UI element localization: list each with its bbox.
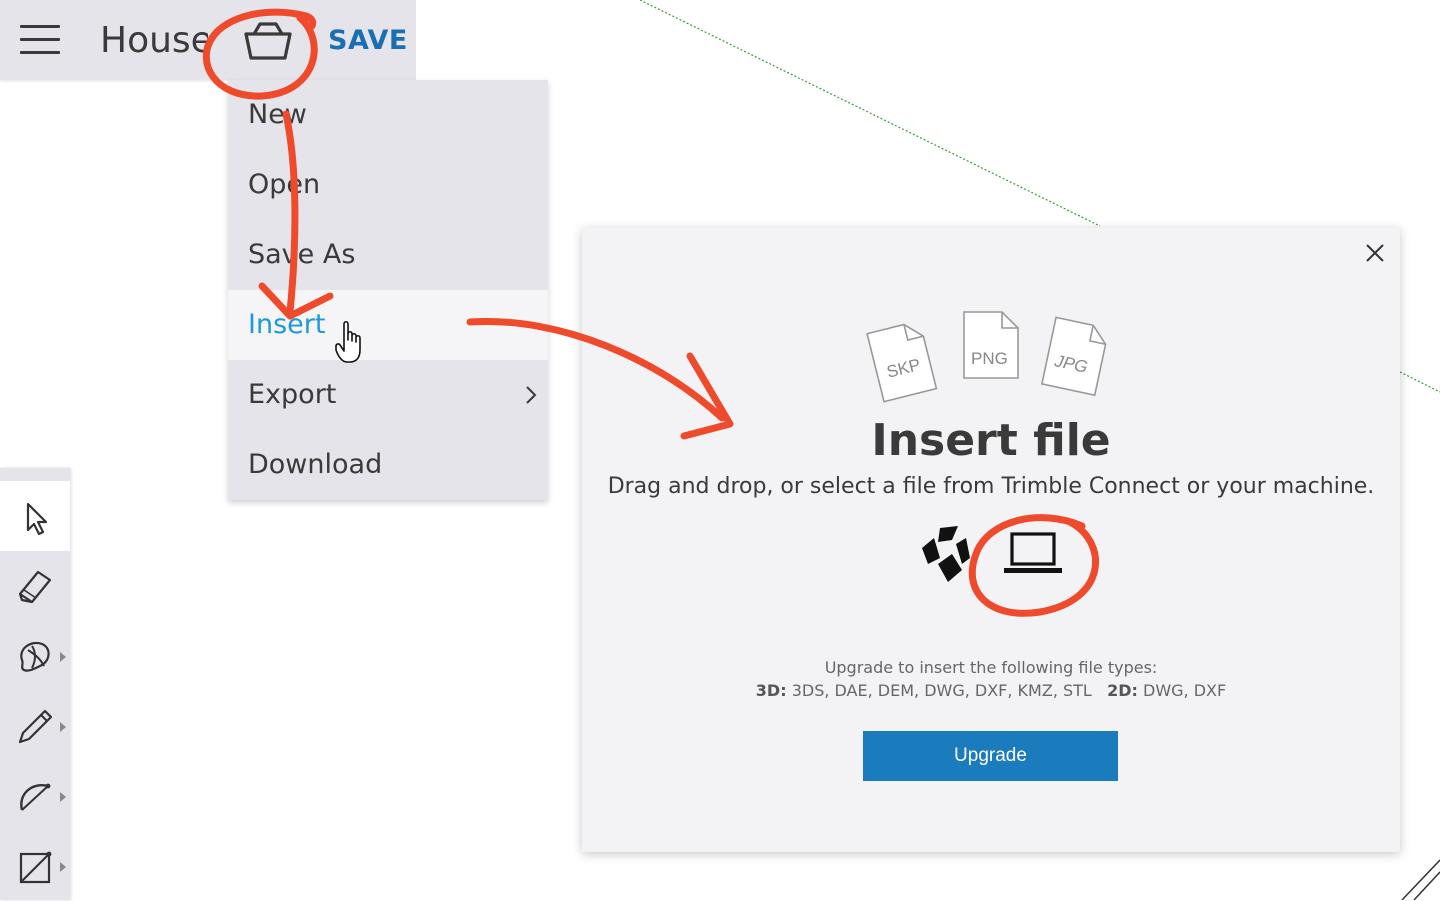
jpg-file-icon: JPG [1040,316,1107,397]
document-title[interactable]: House [100,18,208,64]
menu-item-label: Open [248,169,321,200]
menu-item-download[interactable]: Download [228,430,548,500]
eraser-icon [18,570,52,604]
hand-cursor-icon [335,320,361,363]
png-file-icon: PNG [963,311,1019,379]
tool-arc[interactable] [0,761,70,831]
upgrade-note: Upgrade to insert the following file typ… [824,658,1158,677]
types-3d-list: 3DS, DAE, DEM, DWG, DXF, KMZ, STL [791,681,1092,700]
tool-paint[interactable] [0,621,70,691]
types-2d-list: DWG, DXF [1143,681,1227,700]
basket-icon[interactable] [240,20,296,64]
tool-palette [0,468,70,900]
types-2d-label: 2D: [1107,681,1138,700]
menu-item-label: Insert [248,309,326,340]
menu-item-label: Save As [248,239,356,270]
menu-item-label: New [248,99,307,130]
tool-eraser[interactable] [0,551,70,621]
trimble-connect-icon[interactable] [918,524,974,586]
select-arrow-icon [26,502,48,536]
menu-item-label: Download [248,449,383,480]
pencil-icon [18,709,53,744]
types-3d-label: 3D: [755,681,787,700]
dialog-title: Insert file [871,415,1111,466]
close-icon[interactable] [1364,242,1386,264]
chevron-right-icon [526,386,537,404]
dialog-subtitle: Drag and drop, or select a file from Tri… [607,474,1375,499]
save-button[interactable]: SAVE [328,24,408,58]
menu-item-label: Export [248,379,337,410]
file-type-label: PNG [971,349,1008,368]
paint-bucket-icon [20,641,50,672]
tool-pencil[interactable] [0,691,70,761]
tool-select[interactable] [0,481,70,551]
rectangle-icon [19,851,52,884]
insert-file-dialog: SKP PNG JPG Insert file Drag and drop, o… [582,228,1400,852]
file-type-icons: SKP PNG JPG [866,311,1107,403]
submenu-arrow-icon [60,862,66,872]
arc-icon [20,783,51,811]
submenu-arrow-icon [60,652,66,662]
hamburger-menu-icon[interactable] [20,25,60,55]
submenu-arrow-icon [60,722,66,732]
skp-file-icon: SKP [866,323,938,403]
menu-item-insert[interactable]: Insert [228,290,548,360]
submenu-arrow-icon [60,792,66,802]
menu-item-new[interactable]: New [228,80,548,150]
file-menu: New Open Save As Insert Export Download [228,80,548,500]
laptop-icon[interactable] [1002,528,1064,580]
top-header: House [0,0,228,80]
upgrade-button[interactable]: Upgrade [863,731,1118,781]
menu-item-export[interactable]: Export [228,360,548,430]
upgrade-file-types: 3D: 3DS, DAE, DEM, DWG, DXF, KMZ, STL 2D… [582,679,1400,702]
menu-item-save-as[interactable]: Save As [228,220,548,290]
menu-item-open[interactable]: Open [228,150,548,220]
tool-rectangle[interactable] [0,831,70,901]
